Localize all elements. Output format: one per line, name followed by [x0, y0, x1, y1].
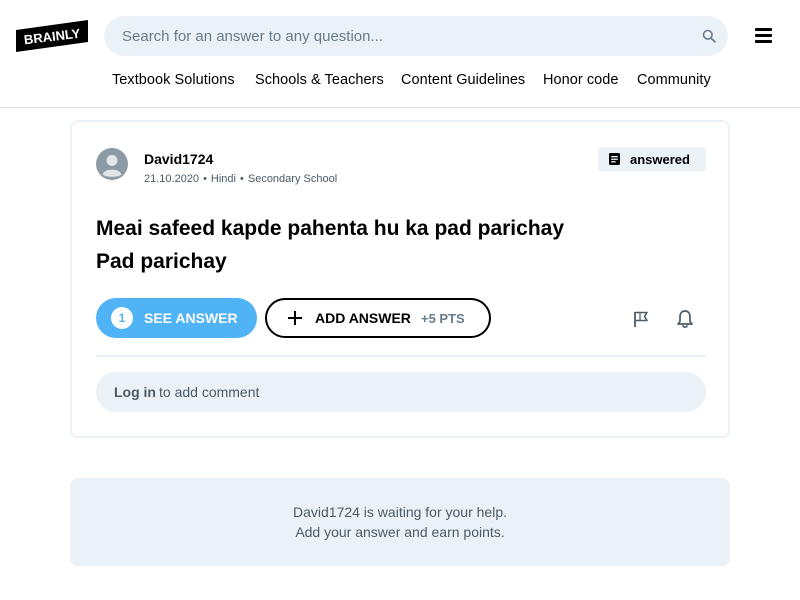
status-badge-label: answered [630, 152, 690, 167]
question-line: Pad parichay [96, 250, 227, 273]
search-input[interactable] [104, 16, 684, 56]
comment-box[interactable]: Log in to add comment [96, 372, 706, 412]
add-answer-label: ADD ANSWER [315, 310, 411, 326]
waiting-for-help-panel: David1724 is waiting for your help. Add … [70, 478, 730, 566]
flag-icon[interactable] [632, 310, 650, 328]
brainly-logo[interactable]: BRAINLY [16, 20, 88, 52]
nav-link-honor-code[interactable]: Honor code [543, 72, 618, 88]
see-answer-label: SEE ANSWER [144, 310, 238, 326]
author-name[interactable]: David1724 [144, 151, 213, 167]
question-meta: 21.10.2020 • Hindi • Secondary School [144, 173, 338, 185]
question-level: Secondary School [247, 173, 338, 185]
nav-link-textbook-solutions[interactable]: Textbook Solutions [112, 72, 235, 88]
nav-link-schools-teachers[interactable]: Schools & Teachers [255, 72, 384, 88]
question-card: David1724 21.10.2020 • Hindi • Secondary Sch… [70, 120, 730, 438]
search-bar [104, 16, 728, 56]
plus-icon [288, 311, 302, 325]
nav-link-content-guidelines[interactable]: Content Guidelines [401, 72, 525, 88]
comment-prompt-text: to add comment [159, 384, 260, 400]
main-nav: Textbook Solutions Schools & Teachers Co… [0, 72, 800, 94]
nav-link-community[interactable]: Community [637, 72, 711, 88]
question-text: Meai safeed kapde pahenta hu ka pad pari… [96, 212, 696, 278]
add-answer-button[interactable]: ADD ANSWER +5 PTS [265, 298, 491, 338]
answer-count-badge: 1 [111, 307, 133, 329]
status-badge: answered [598, 147, 706, 171]
document-icon [609, 153, 620, 165]
see-answer-button[interactable]: 1 SEE ANSWER [96, 298, 257, 338]
site-header: BRAINLY Textbook Solutions Schools & Tea… [0, 0, 800, 108]
search-icon[interactable] [702, 29, 716, 43]
question-subject[interactable]: Hindi [211, 173, 236, 185]
question-line: Meai safeed kapde pahenta hu ka pad pari… [96, 217, 564, 240]
points-label: +5 PTS [421, 311, 465, 326]
question-date: 21.10.2020 [144, 173, 200, 185]
divider [96, 355, 706, 357]
earn-points-text: Add your answer and earn points. [295, 524, 505, 540]
login-link[interactable]: Log in [114, 384, 156, 400]
bell-icon[interactable] [676, 309, 694, 329]
waiting-text: David1724 is waiting for your help. [292, 504, 507, 520]
avatar[interactable] [96, 148, 128, 180]
hamburger-menu-icon[interactable] [755, 28, 773, 44]
